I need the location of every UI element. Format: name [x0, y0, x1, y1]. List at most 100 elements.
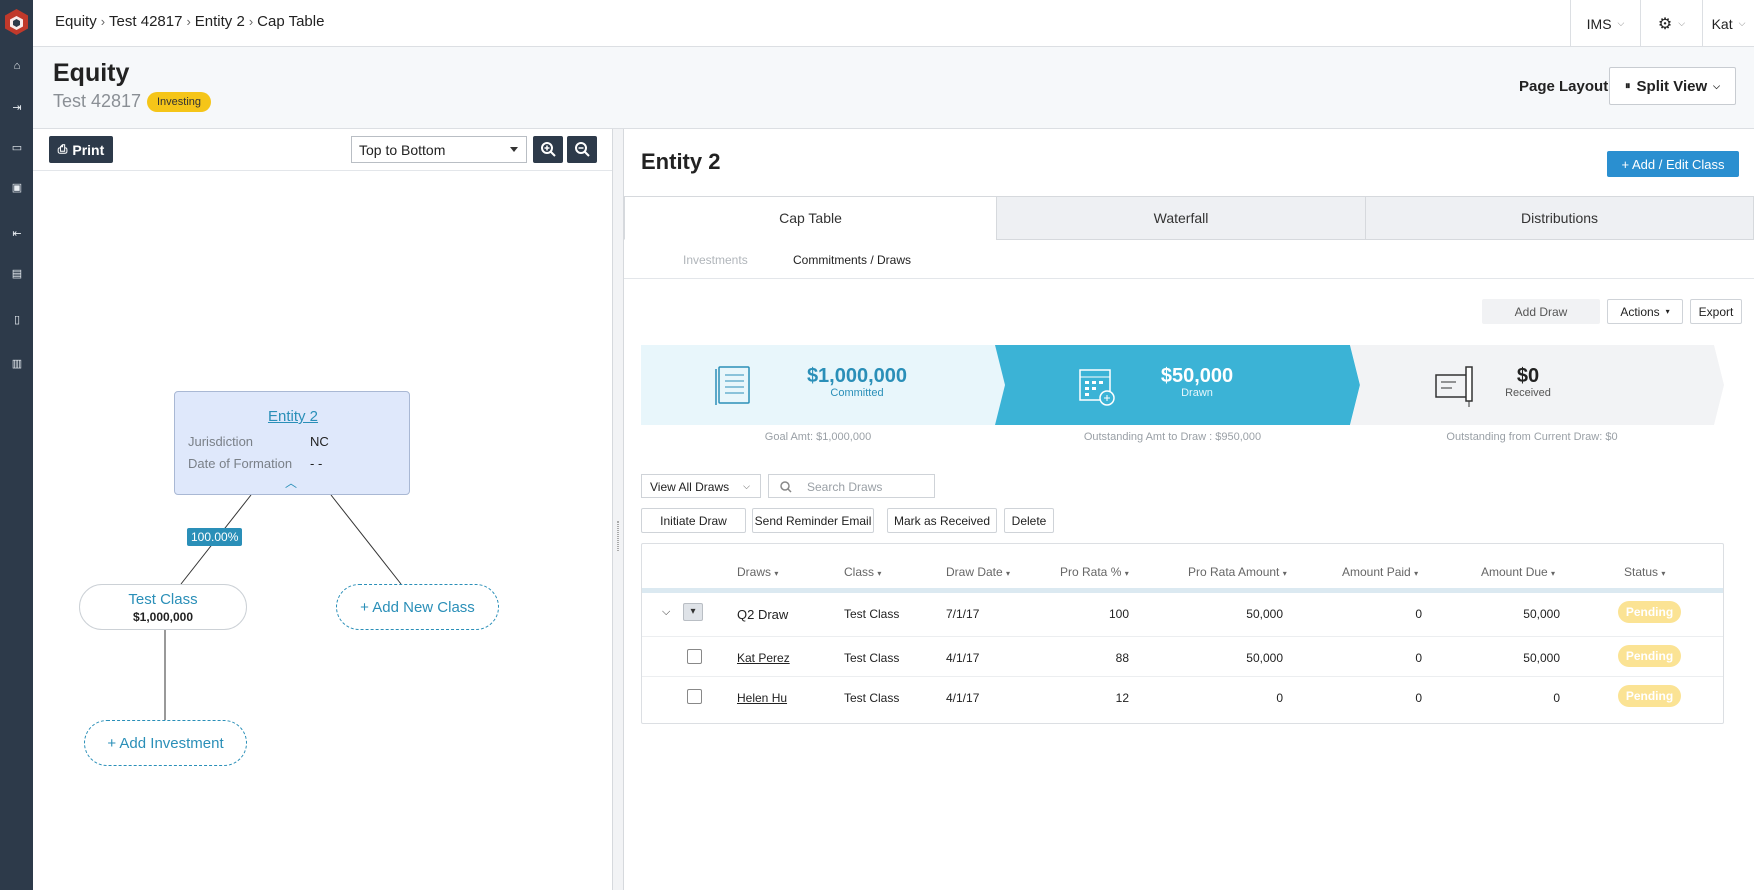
- draw-class: Test Class: [844, 691, 900, 705]
- draw-date: 4/1/17: [946, 651, 980, 665]
- gear-icon: ⚙: [1657, 15, 1673, 33]
- page-title: Equity: [53, 59, 130, 87]
- tab-distributions[interactable]: Distributions: [1365, 196, 1754, 240]
- outstanding-current-draw-note: Outstanding from Current Draw: $0: [1446, 431, 1618, 443]
- draw-date: 7/1/17: [946, 607, 980, 621]
- pro-rata-amount: 0: [1276, 691, 1283, 705]
- investor-link[interactable]: Kat Perez: [737, 651, 790, 665]
- pro-rata-amount: 50,000: [1246, 607, 1283, 621]
- status-badge: Pending: [1618, 685, 1681, 707]
- draw-name: Q2 Draw: [737, 607, 789, 622]
- add-edit-class-button[interactable]: + Add / Edit Class: [1607, 151, 1739, 177]
- pane-splitter[interactable]: [612, 129, 624, 890]
- add-new-class-button[interactable]: + Add New Class: [336, 584, 499, 630]
- contacts-icon[interactable]: ▤: [10, 268, 24, 280]
- chevron-up-icon[interactable]: ︿: [285, 474, 297, 491]
- table-row[interactable]: Helen Hu Test Class 4/1/17 12 0 0 0 Pend…: [642, 676, 1723, 716]
- chevron-down-icon: ⌵: [1678, 18, 1686, 28]
- class-node[interactable]: Test Class $1,000,000: [79, 584, 247, 630]
- settings-menu[interactable]: ⚙ ⌵: [1640, 0, 1702, 47]
- column-header-pro-rata-pct[interactable]: Pro Rata % ▾: [1060, 565, 1129, 579]
- drawn-label: Drawn: [1181, 387, 1213, 399]
- structure-pane: ⎙ Print Top to Bottom Entity 2 Jurisdict…: [33, 129, 612, 890]
- draws-table: Draws ▾ Class ▾ Draw Date ▾ Pro Rata % ▾…: [641, 543, 1724, 724]
- actions-dropdown[interactable]: Actions ▾: [1607, 299, 1683, 324]
- import-icon[interactable]: ⇥: [10, 102, 24, 114]
- status-badge: Pending: [1618, 601, 1681, 623]
- breadcrumb-separator-icon: ›: [248, 14, 254, 29]
- class-node-amount: $1,000,000: [132, 610, 194, 624]
- ledger-icon: [715, 366, 750, 405]
- draw-class: Test Class: [844, 651, 900, 665]
- investor-link[interactable]: Helen Hu: [737, 691, 787, 705]
- column-header-amount-due[interactable]: Amount Due ▾: [1481, 565, 1555, 579]
- mark-received-button[interactable]: Mark as Received: [887, 508, 997, 533]
- drag-handle-icon[interactable]: [617, 521, 619, 551]
- chevron-down-icon: ⌵: [743, 481, 750, 491]
- chevron-down-icon: ⌵: [1713, 80, 1720, 91]
- breadcrumb-separator-icon: ›: [100, 14, 106, 29]
- delete-button[interactable]: Delete: [1004, 508, 1054, 533]
- add-draw-button[interactable]: Add Draw: [1482, 299, 1600, 324]
- committed-label: Committed: [830, 387, 884, 399]
- report-icon[interactable]: ▥: [10, 358, 24, 370]
- column-header-draws[interactable]: Draws ▾: [737, 565, 778, 579]
- formation-value: - -: [310, 456, 323, 471]
- search-icon: [780, 481, 792, 493]
- pause-icon: ⏸: [1625, 79, 1631, 92]
- breadcrumb-item: Cap Table: [257, 13, 325, 30]
- send-reminder-button[interactable]: Send Reminder Email: [752, 508, 874, 533]
- jurisdiction-label: Jurisdiction: [188, 434, 254, 449]
- view-draws-select[interactable]: View All Draws ⌵: [641, 474, 761, 498]
- card-icon[interactable]: ▭: [10, 142, 24, 154]
- subtab-commitments-draws[interactable]: Commitments / Draws: [793, 253, 911, 267]
- export-icon[interactable]: ⇤: [10, 228, 24, 240]
- column-header-class[interactable]: Class ▾: [844, 565, 881, 579]
- money-icon[interactable]: ▣: [10, 182, 24, 194]
- subtab-investments[interactable]: Investments: [683, 253, 748, 267]
- column-header-amount-paid[interactable]: Amount Paid ▾: [1342, 565, 1418, 579]
- entity-title: Entity 2: [641, 149, 721, 174]
- column-header-status[interactable]: Status ▾: [1624, 565, 1665, 579]
- status-badge: Pending: [1618, 645, 1681, 667]
- entity-node-name[interactable]: Entity 2: [175, 408, 411, 425]
- amount-due: 50,000: [1523, 607, 1560, 621]
- pro-rata-amount: 50,000: [1246, 651, 1283, 665]
- tab-waterfall[interactable]: Waterfall: [996, 196, 1366, 240]
- chevron-down-icon[interactable]: ⌵: [662, 606, 670, 619]
- draw-class: Test Class: [844, 607, 900, 621]
- table-row[interactable]: ⌵ ▾ Q2 Draw Test Class 7/1/17 100 50,000…: [642, 593, 1723, 636]
- export-button[interactable]: Export: [1690, 299, 1742, 324]
- ims-menu[interactable]: IMS ⌵: [1570, 0, 1640, 47]
- home-icon[interactable]: ⌂: [10, 60, 24, 72]
- row-checkbox[interactable]: [687, 649, 702, 664]
- search-draws-input[interactable]: Search Draws: [768, 474, 935, 498]
- column-header-draw-date[interactable]: Draw Date ▾: [946, 565, 1010, 579]
- tab-cap-table[interactable]: Cap Table: [624, 196, 997, 240]
- page-subtitle: Test 42817: [53, 91, 142, 111]
- initiate-draw-button[interactable]: Initiate Draw: [641, 508, 746, 533]
- user-menu[interactable]: Kat ⌵: [1702, 0, 1754, 47]
- page-layout-label: Page Layout: [1519, 78, 1609, 95]
- goal-amount-note: Goal Amt: $1,000,000: [764, 431, 872, 443]
- table-row[interactable]: Kat Perez Test Class 4/1/17 88 50,000 0 …: [642, 636, 1723, 676]
- add-investment-button[interactable]: + Add Investment: [84, 720, 247, 766]
- breadcrumb-item[interactable]: Test 42817: [109, 13, 182, 30]
- breadcrumb-item[interactable]: Entity 2: [195, 13, 245, 30]
- breadcrumb-item[interactable]: Equity: [55, 13, 97, 30]
- amount-paid: 0: [1415, 607, 1422, 621]
- row-checkbox[interactable]: [687, 689, 702, 704]
- user-label: Kat: [1711, 15, 1733, 32]
- column-header-pro-rata-amount[interactable]: Pro Rata Amount ▾: [1188, 565, 1287, 579]
- row-menu-button[interactable]: ▾: [683, 603, 703, 621]
- caret-down-icon: ▾: [1665, 307, 1670, 316]
- chevron-down-icon: ⌵: [1617, 18, 1625, 28]
- page-layout-dropdown[interactable]: ⏸ Split View ⌵: [1609, 67, 1736, 105]
- subtab-bar: Investments Commitments / Draws: [624, 240, 1754, 279]
- pro-rata-pct: 88: [1115, 651, 1129, 665]
- received-amount: $0: [1516, 365, 1540, 387]
- app-logo-icon[interactable]: [4, 8, 29, 36]
- document-icon[interactable]: ▯: [10, 314, 24, 326]
- status-badge: Investing: [147, 92, 212, 112]
- drawn-amount: $50,000: [1160, 365, 1234, 387]
